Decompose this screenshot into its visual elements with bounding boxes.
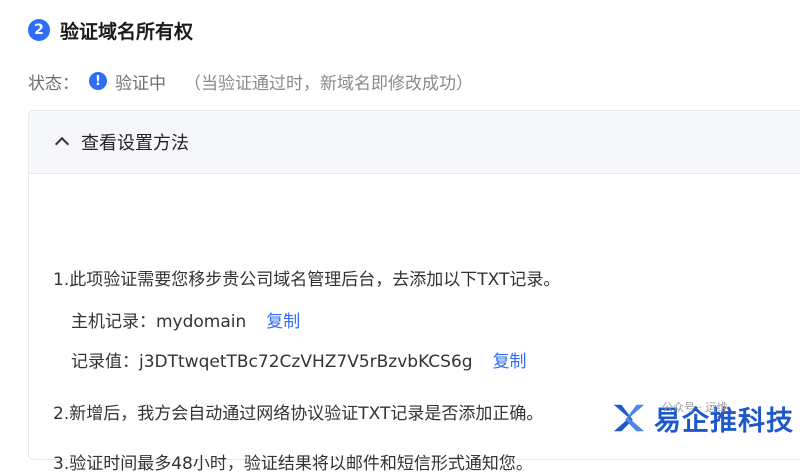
host-record-text: 主机记录：mydomain [71, 312, 247, 332]
record-value-row: 记录值：j3DTtwqetTBc72CzVHZ7V5rBzvbKCS6g 复制 [71, 347, 527, 372]
step-header: 2 验证域名所有权 [28, 16, 193, 44]
status-value: 验证中 [115, 73, 166, 94]
instruction-step-1: 1.此项验证需要您移步贵公司域名管理后台，去添加以下TXT记录。 [53, 270, 561, 290]
status-row: 状态： ! 验证中 （当验证通过时，新域名即修改成功） [28, 68, 473, 94]
record-value-text: 记录值：j3DTtwqetTBc72CzVHZ7V5rBzvbKCS6g [71, 352, 473, 372]
copy-host-record-link[interactable]: 复制 [266, 312, 300, 332]
watermark-logo-icon [613, 404, 645, 432]
panel-toggle-header[interactable]: 查看设置方法 [29, 111, 800, 174]
chevron-up-icon[interactable] [54, 136, 70, 152]
copy-record-value-link[interactable]: 复制 [493, 352, 527, 372]
step-title: 验证域名所有权 [60, 20, 194, 43]
step-number-badge: 2 [28, 19, 50, 41]
instruction-step-2: 2.新增后，我方会自动通过网络协议验证TXT记录是否添加正确。 [53, 404, 544, 424]
panel-title[interactable]: 查看设置方法 [81, 129, 189, 155]
status-label: 状态： [28, 73, 79, 94]
watermark-subtext: 公众号 · 运维 [662, 401, 728, 414]
instruction-step-3: 3.验证时间最多48小时，验证结果将以邮件和短信形式通知您。 [53, 454, 533, 474]
watermark: 公众号 · 运维 易企推科技 [610, 393, 794, 443]
info-icon: ! [89, 72, 107, 90]
host-record-row: 主机记录：mydomain 复制 [71, 307, 300, 332]
status-note: （当验证通过时，新域名即修改成功） [184, 73, 473, 94]
